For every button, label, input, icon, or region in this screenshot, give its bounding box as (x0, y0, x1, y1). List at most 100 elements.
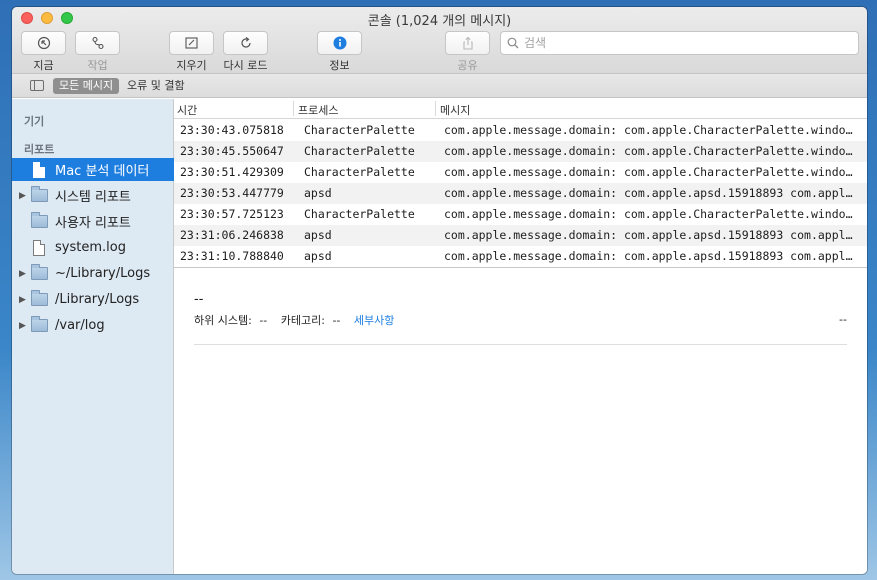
disclosure-triangle-icon[interactable]: ▶ (19, 191, 29, 201)
cell-message: com.apple.message.domain: com.apple.Char… (444, 123, 856, 137)
sidebar-item-label: /Library/Logs (55, 292, 140, 307)
window-title: 콘솔 (1,024 개의 메시지) (367, 14, 512, 29)
disclosure-triangle-icon[interactable]: ▶ (19, 269, 29, 279)
cell-time: 23:30:53.447779 (180, 186, 284, 200)
console-window: 콘솔 (1,024 개의 메시지) 지금 작업 지우기 다시 로드 정보 공유 … (12, 7, 867, 574)
sidebar-item-var-log[interactable]: ▶ /var/log (12, 314, 174, 337)
now-label: 지금 (33, 59, 54, 72)
cell-process: CharacterPalette (304, 123, 415, 137)
now-icon (37, 36, 51, 50)
sidebar-header-reports: 리포트 (24, 143, 55, 156)
table-row[interactable]: 23:30:51.429309 CharacterPalette com.app… (174, 162, 867, 183)
sidebar-item-system-log[interactable]: system.log (12, 236, 174, 259)
search-input[interactable] (524, 36, 824, 50)
sidebar-header-devices: 기기 (24, 115, 45, 128)
column-header-message[interactable]: 메시지 (437, 102, 470, 118)
column-header-time[interactable]: 시간 (174, 102, 197, 118)
activities-label: 작업 (87, 59, 108, 72)
document-icon (33, 239, 45, 256)
cell-time: 23:30:57.725123 (180, 207, 284, 221)
search-field[interactable] (500, 31, 859, 55)
cell-process: CharacterPalette (304, 144, 415, 158)
info-label: 정보 (329, 59, 350, 72)
cell-time: 23:30:45.550647 (180, 144, 284, 158)
table-row[interactable]: 23:30:53.447779 apsd com.apple.message.d… (174, 183, 867, 204)
cell-process: CharacterPalette (304, 165, 415, 179)
filter-all-messages[interactable]: 모든 메시지 (53, 78, 120, 94)
category-label: 카테고리: (280, 314, 325, 327)
cell-time: 23:30:43.075818 (180, 123, 284, 137)
disclosure-triangle-icon[interactable]: ▶ (19, 295, 29, 305)
sidebar-item-user-library-logs[interactable]: ▶ ~/Library/Logs (12, 262, 174, 285)
table-row[interactable]: 23:30:57.725123 CharacterPalette com.app… (174, 204, 867, 225)
cell-process: apsd (304, 228, 332, 242)
sidebar-item-label: 시스템 리포트 (55, 190, 131, 205)
activities-button[interactable] (75, 31, 120, 55)
clear-icon (184, 36, 199, 50)
reload-button[interactable] (223, 31, 268, 55)
share-label: 공유 (457, 59, 478, 72)
filter-bar: 모든 메시지 오류 및 결함 (12, 74, 867, 98)
sidebar-item-mac-analytics[interactable]: Mac 분석 데이터 (12, 158, 174, 181)
cell-time: 23:31:06.246838 (180, 228, 284, 242)
cell-message: com.apple.message.domain: com.apple.apsd… (444, 186, 856, 200)
disclosure-triangle-icon[interactable]: ▶ (19, 321, 29, 331)
cell-time: 23:30:51.429309 (180, 165, 284, 179)
cell-process: CharacterPalette (304, 207, 415, 221)
column-divider[interactable] (293, 101, 294, 116)
sidebar-item-user-reports[interactable]: 사용자 리포트 (12, 210, 174, 233)
share-button[interactable] (445, 31, 490, 55)
log-table-header: 시간 프로세스 메시지 (174, 99, 867, 119)
cell-message: com.apple.message.domain: com.apple.apsd… (444, 249, 856, 263)
folder-icon (31, 264, 48, 280)
detail-right-value: -- (839, 313, 847, 326)
column-header-process[interactable]: 프로세스 (295, 102, 338, 118)
reload-label: 다시 로드 (223, 59, 268, 72)
subsystem-label: 하위 시스템: (194, 314, 252, 327)
detail-title: -- (194, 292, 204, 307)
filter-errors-and-faults[interactable]: 오류 및 결함 (121, 78, 191, 94)
sidebar-item-label: 사용자 리포트 (55, 216, 131, 231)
sidebar-item-library-logs[interactable]: ▶ /Library/Logs (12, 288, 174, 311)
detail-divider (194, 344, 847, 345)
document-icon (33, 161, 45, 178)
clear-label: 지우기 (176, 59, 207, 72)
clear-button[interactable] (169, 31, 214, 55)
titlebar: 콘솔 (1,024 개의 메시지) 지금 작업 지우기 다시 로드 정보 공유 … (12, 7, 867, 74)
sidebar-toggle-icon[interactable] (30, 80, 44, 91)
reload-icon (239, 36, 253, 50)
share-icon (461, 36, 475, 50)
sidebar-item-label: Mac 분석 데이터 (55, 164, 150, 179)
folder-icon (31, 186, 48, 202)
folder-icon (31, 316, 48, 332)
info-button[interactable] (317, 31, 362, 55)
folder-icon (31, 290, 48, 306)
cell-message: com.apple.message.domain: com.apple.Char… (444, 165, 856, 179)
details-link[interactable]: 세부사항 (354, 314, 394, 327)
column-divider[interactable] (435, 101, 436, 116)
table-row[interactable]: 23:30:45.550647 CharacterPalette com.app… (174, 141, 867, 162)
now-button[interactable] (21, 31, 66, 55)
detail-meta: 하위 시스템: -- 카테고리: -- 세부사항 (194, 312, 398, 328)
sidebar: 기기 리포트 Mac 분석 데이터 ▶ 시스템 리포트 사용자 리포트 syst… (12, 99, 174, 574)
folder-icon (31, 212, 48, 228)
table-row[interactable]: 23:31:06.246838 apsd com.apple.message.d… (174, 225, 867, 246)
sidebar-item-label: /var/log (55, 318, 105, 333)
cell-process: apsd (304, 249, 332, 263)
detail-pane: -- 하위 시스템: -- 카테고리: -- 세부사항 -- (174, 268, 867, 574)
cell-time: 23:31:10.788840 (180, 249, 284, 263)
cell-message: com.apple.message.domain: com.apple.Char… (444, 144, 856, 158)
info-icon (333, 36, 347, 50)
subsystem-value: -- (259, 314, 268, 327)
cell-message: com.apple.message.domain: com.apple.apsd… (444, 228, 856, 242)
table-row[interactable]: 23:30:43.075818 CharacterPalette com.app… (174, 120, 867, 141)
activities-icon (91, 36, 105, 50)
sidebar-item-label: system.log (55, 240, 126, 255)
search-icon (507, 37, 519, 49)
log-table-body: 23:30:43.075818 CharacterPalette com.app… (174, 120, 867, 267)
category-value: -- (332, 314, 341, 327)
sidebar-item-label: ~/Library/Logs (55, 266, 151, 281)
cell-message: com.apple.message.domain: com.apple.Char… (444, 207, 856, 221)
sidebar-item-system-reports[interactable]: ▶ 시스템 리포트 (12, 184, 174, 207)
table-row[interactable]: 23:31:10.788840 apsd com.apple.message.d… (174, 246, 867, 267)
